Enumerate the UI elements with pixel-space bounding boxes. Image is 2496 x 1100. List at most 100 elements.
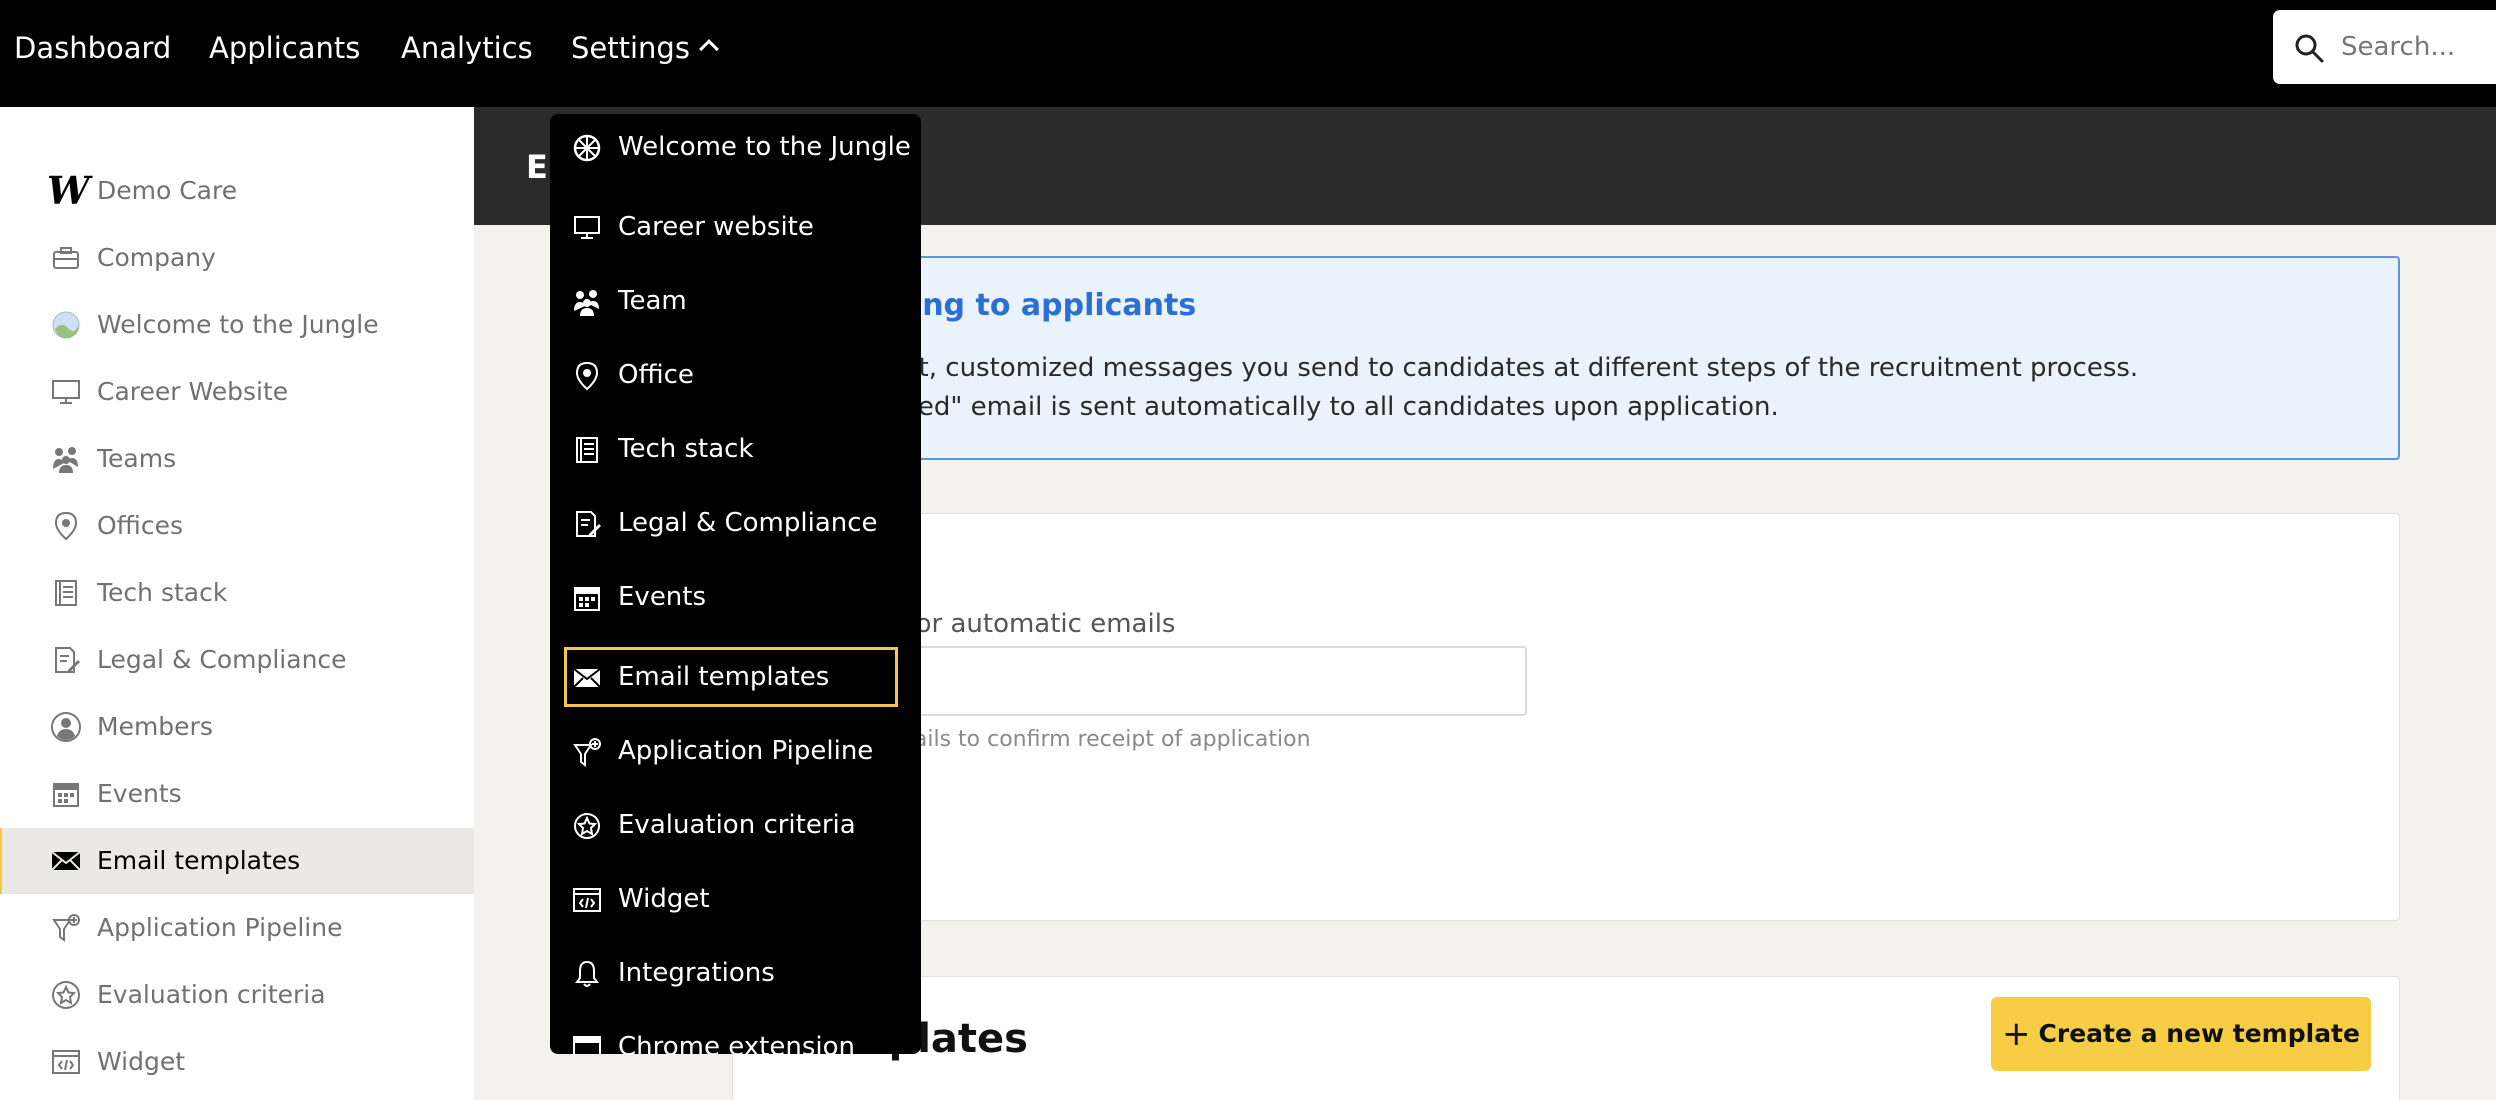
create-new-template-button[interactable]: + Create a new template [1991, 997, 2371, 1071]
calendar-icon [50, 778, 82, 810]
dropdown-item-label: Integrations [618, 958, 775, 988]
sidebar-item-label: Evaluation criteria [97, 980, 326, 1009]
nav-settings-label: Settings [571, 31, 690, 65]
info-text-line-2: tion Received" email is sent automatical… [774, 392, 1779, 422]
dropdown-item-label: Email templates [618, 662, 830, 692]
info-text-line-1: creating set, customized messages you se… [774, 353, 2139, 383]
location-pin-icon [572, 361, 602, 391]
sidebar-item-welcome-to-the-jungle[interactable]: Welcome to the Jungle [0, 292, 474, 358]
dropdown-item-events[interactable]: Events [550, 564, 921, 630]
monitor-icon [50, 376, 82, 408]
sidebar-item-label: Career Website [97, 377, 289, 406]
dropdown-item-email-templates[interactable]: Email templates [550, 644, 921, 710]
dropdown-item-label: Chrome extension [618, 1032, 855, 1054]
sidebar-item-label: Legal & Compliance [97, 645, 347, 674]
dropdown-item-label: Welcome to the Jungle [618, 132, 911, 162]
sidebar-item-label: Members [97, 712, 213, 741]
star-badge-icon [572, 811, 602, 841]
globe-image-icon [50, 309, 82, 341]
dropdown-item-label: Widget [618, 884, 710, 914]
sidebar-item-label: Tech stack [97, 578, 228, 607]
nav-settings[interactable]: Settings [571, 30, 719, 66]
sidebar-item-email-templates[interactable]: Email templates [0, 828, 474, 894]
wtj-circle-icon [572, 133, 602, 163]
funnel-icon [572, 737, 602, 767]
funnel-icon [50, 912, 82, 944]
plus-icon: + [2002, 1014, 2031, 1054]
dropdown-item-chrome-extension[interactable]: Chrome extension [550, 1014, 921, 1054]
team-icon [50, 443, 82, 475]
document-edit-icon [50, 644, 82, 676]
sidebar-item-demo-care[interactable]: W Demo Care [0, 158, 474, 224]
monitor-icon [572, 213, 602, 243]
user-avatar-icon [50, 711, 82, 743]
search-box[interactable]: Search... [2273, 10, 2496, 84]
sidebar-item-label: Teams [97, 444, 177, 473]
sidebar-item-members[interactable]: Members [0, 694, 474, 760]
wtj-logo-icon: W [47, 168, 90, 213]
sidebar-item-label: Demo Care [97, 176, 238, 205]
code-window-icon [572, 885, 602, 915]
envelope-icon [572, 663, 602, 693]
sidebar-item-application-pipeline[interactable]: Application Pipeline [0, 895, 474, 961]
sidebar-item-offices[interactable]: Offices [0, 493, 474, 559]
sidebar-item-legal-compliance[interactable]: Legal & Compliance [0, 627, 474, 693]
sidebar-item-label: Widget [97, 1047, 186, 1076]
dropdown-item-office[interactable]: Office [550, 342, 921, 408]
sidebar-item-label: Company [97, 243, 216, 272]
dropdown-item-integrations[interactable]: Integrations [550, 940, 921, 1006]
email-templates-card: l templates +Create a new template [732, 976, 2400, 1100]
top-navigation: Dashboard Applicants Analytics Settings … [0, 0, 2496, 107]
book-stack-icon [572, 435, 602, 465]
envelope-icon [50, 845, 82, 877]
dropdown-item-label: Tech stack [618, 434, 754, 464]
calendar-icon [572, 583, 602, 613]
dropdown-item-label: Application Pipeline [618, 736, 874, 766]
book-stack-icon [50, 577, 82, 609]
dropdown-item-evaluation-criteria[interactable]: Evaluation criteria [550, 792, 921, 858]
search-icon [2293, 32, 2325, 64]
sidebar-item-label: Offices [97, 511, 183, 540]
dropdown-item-label: Team [618, 286, 687, 316]
sidebar-item-teams[interactable]: Teams [0, 426, 474, 492]
briefcase-icon [50, 242, 82, 274]
location-pin-icon [50, 510, 82, 542]
sidebar-item-widget[interactable]: Widget [0, 1029, 474, 1095]
nav-analytics[interactable]: Analytics [401, 30, 533, 66]
dropdown-item-label: Office [618, 360, 694, 390]
sidebar-item-tech-stack[interactable]: Tech stack [0, 560, 474, 626]
nav-applicants[interactable]: Applicants [209, 30, 360, 66]
sidebar-item-label: Application Pipeline [97, 913, 343, 942]
sidebar-item-label: Welcome to the Jungle [97, 310, 379, 339]
document-edit-icon [572, 509, 602, 539]
dropdown-item-application-pipeline[interactable]: Application Pipeline [550, 718, 921, 784]
team-icon [572, 287, 602, 317]
nav-dashboard[interactable]: Dashboard [14, 30, 171, 66]
search-placeholder: Search... [2341, 32, 2456, 62]
dropdown-item-team[interactable]: Team [550, 268, 921, 334]
sidebar-item-events[interactable]: Events [0, 761, 474, 827]
bell-icon [572, 959, 602, 989]
dropdown-item-legal-compliance[interactable]: Legal & Compliance [550, 490, 921, 556]
sidebar-item-company[interactable]: Company [0, 225, 474, 291]
sidebar-item-label: Events [97, 779, 182, 808]
dropdown-item-label: Career website [618, 212, 814, 242]
dropdown-item-label: Evaluation criteria [618, 810, 856, 840]
dropdown-item-career-website[interactable]: Career website [550, 194, 921, 260]
info-callout: responding to applicants creating set, c… [732, 256, 2400, 460]
sender-name-card: der name for automatic emails cular, for… [732, 513, 2400, 921]
code-window-icon [50, 1046, 82, 1078]
sidebar-item-label: Email templates [97, 846, 301, 875]
star-badge-icon [50, 979, 82, 1011]
dropdown-item-label: Legal & Compliance [618, 508, 878, 538]
settings-sidebar: W Demo Care Company Welcome to the Jungl… [0, 107, 474, 1100]
dropdown-item-welcome-to-the-jungle[interactable]: Welcome to the Jungle [550, 114, 921, 180]
create-template-label: Create a new template [2038, 1019, 2360, 1048]
dropdown-item-tech-stack[interactable]: Tech stack [550, 416, 921, 482]
dropdown-item-label: Events [618, 582, 707, 612]
chevron-up-icon [699, 39, 719, 59]
dropdown-item-widget[interactable]: Widget [550, 866, 921, 932]
sidebar-item-evaluation-criteria[interactable]: Evaluation criteria [0, 962, 474, 1028]
sidebar-item-career-website[interactable]: Career Website [0, 359, 474, 425]
browser-icon [572, 1033, 602, 1054]
